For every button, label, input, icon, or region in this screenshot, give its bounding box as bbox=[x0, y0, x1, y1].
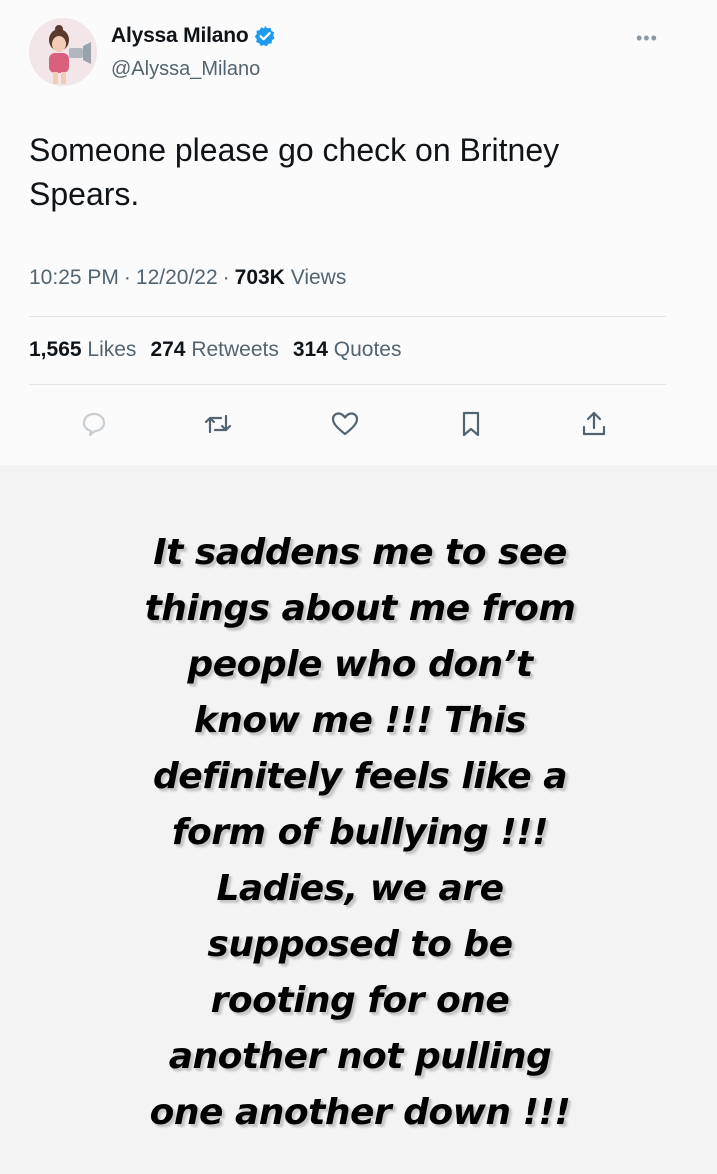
bookmark-icon[interactable] bbox=[451, 404, 491, 444]
quotes-stat[interactable]: 314 Quotes bbox=[293, 338, 402, 362]
verified-badge-icon bbox=[254, 25, 276, 47]
tweet-time[interactable]: 10:25 PM bbox=[29, 266, 119, 289]
story-line: people who don’t bbox=[187, 644, 533, 685]
tweet-meta: 10:25 PM · 12/20/22 · 703K Views bbox=[29, 266, 346, 290]
story-line: another not pulling bbox=[168, 1036, 552, 1077]
retweets-stat[interactable]: 274 Retweets bbox=[150, 338, 278, 362]
quotes-label: Quotes bbox=[333, 338, 402, 361]
avatar-illustration bbox=[29, 18, 97, 86]
separator-dot: · bbox=[123, 266, 131, 289]
story-line: form of bullying !!! bbox=[171, 812, 549, 853]
like-icon[interactable] bbox=[325, 404, 365, 444]
story-line: It saddens me to see bbox=[153, 532, 567, 573]
retweet-icon[interactable] bbox=[198, 404, 238, 444]
story-caption: It saddens me to see things about me fro… bbox=[60, 525, 660, 1141]
story-line: definitely feels like a bbox=[153, 756, 568, 797]
name-row: Alyssa Milano bbox=[111, 24, 276, 48]
tweet-card: Alyssa Milano @Alyssa_Milano ••• Someone… bbox=[0, 0, 717, 465]
retweets-label: Retweets bbox=[191, 338, 279, 361]
tweet-text: Someone please go check on Britney Spear… bbox=[29, 132, 560, 212]
story-line: rooting for one bbox=[210, 980, 510, 1021]
avatar[interactable] bbox=[29, 18, 97, 86]
divider bbox=[29, 384, 666, 385]
share-icon[interactable] bbox=[574, 404, 614, 444]
story-line: things about me from bbox=[144, 588, 576, 629]
user-handle[interactable]: @Alyssa_Milano bbox=[111, 58, 260, 81]
screenshot: Alyssa Milano @Alyssa_Milano ••• Someone… bbox=[0, 0, 717, 1174]
story-line: Ladies, we are bbox=[216, 868, 504, 909]
engagement-stats: 1,565 Likes 274 Retweets 314 Quotes bbox=[29, 338, 401, 362]
views-count: 703K bbox=[234, 266, 285, 289]
likes-stat[interactable]: 1,565 Likes bbox=[29, 338, 136, 362]
tweet-date[interactable]: 12/20/22 bbox=[136, 266, 218, 289]
retweets-count: 274 bbox=[150, 338, 186, 361]
tweet-actions bbox=[0, 404, 717, 448]
reply-icon[interactable] bbox=[74, 404, 114, 444]
divider bbox=[29, 316, 666, 317]
more-options-icon[interactable]: ••• bbox=[636, 28, 658, 49]
likes-label: Likes bbox=[87, 338, 137, 361]
story-line: supposed to be bbox=[207, 924, 513, 965]
story-line: know me !!! This bbox=[193, 700, 527, 741]
display-name[interactable]: Alyssa Milano bbox=[111, 24, 249, 48]
story-line: one another down !!! bbox=[149, 1092, 571, 1133]
views-label: Views bbox=[290, 266, 347, 289]
separator-dot: · bbox=[222, 266, 230, 289]
quotes-count: 314 bbox=[292, 338, 328, 361]
likes-count: 1,565 bbox=[29, 338, 82, 361]
